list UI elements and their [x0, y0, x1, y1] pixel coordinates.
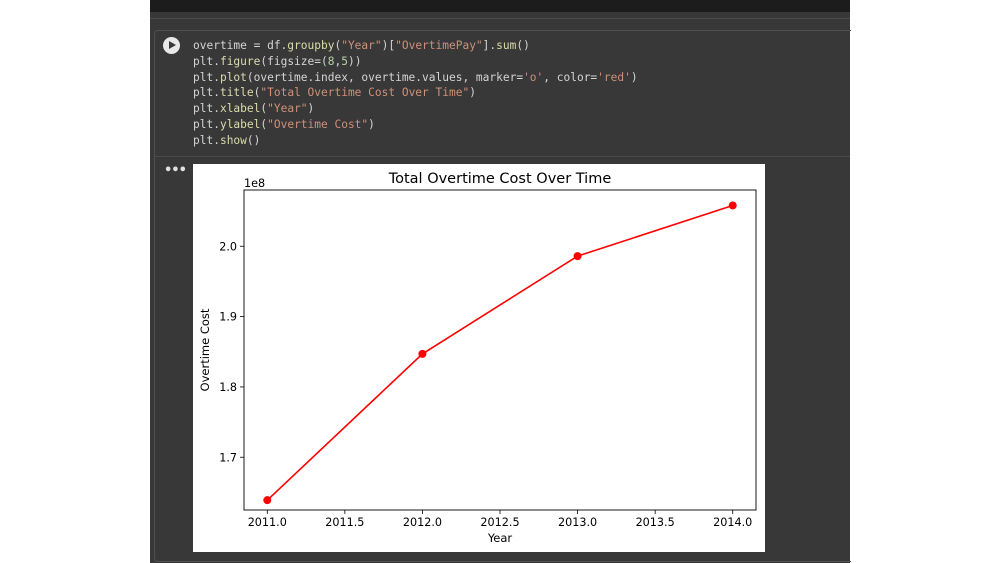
code-token: () — [516, 39, 530, 52]
plot-output: Total Overtime Cost Over Time 1e8 2011.0… — [193, 164, 765, 552]
run-cell-button[interactable] — [163, 37, 180, 54]
code-token: "OvertimePay" — [395, 39, 483, 52]
code-token: plt. — [193, 102, 220, 116]
code-token: )[ — [381, 39, 396, 52]
output-separator — [154, 156, 850, 157]
code-token: 'red' — [597, 70, 631, 84]
x-tick-label: 2013.0 — [558, 516, 597, 529]
y-axis-label: Overtime Cost — [198, 308, 212, 391]
code-token: ) — [368, 117, 375, 131]
code-token: ylabel — [219, 117, 261, 131]
x-tick-label: 2014.0 — [713, 516, 752, 529]
output-menu-icon[interactable]: ••• — [164, 163, 187, 178]
code-token: plt. — [193, 133, 220, 147]
code-line: plt.plot(overtime.index, overtime.values… — [193, 70, 638, 86]
y-offset-label: 1e8 — [244, 177, 265, 190]
code-token: 5 — [341, 54, 348, 68]
code-token: plt. — [193, 117, 220, 131]
code-token: title — [219, 86, 254, 100]
y-tick-label: 2.0 — [219, 240, 237, 253]
data-point — [418, 349, 427, 358]
x-axis-label: Year — [487, 531, 513, 545]
code-line: plt.xlabel("Year") — [193, 101, 638, 117]
code-line: plt.show() — [193, 133, 638, 149]
x-tick-label: 2013.5 — [636, 516, 675, 529]
chart-title: Total Overtime Cost Over Time — [388, 171, 612, 187]
y-tick-label: 1.7 — [219, 451, 237, 464]
code-token: ) — [307, 102, 315, 116]
code-token: "Year" — [267, 102, 308, 116]
data-point — [263, 496, 272, 505]
x-tick-label: 2011.0 — [248, 516, 287, 529]
previous-cell-edge — [150, 0, 850, 12]
data-point — [573, 252, 582, 261]
y-tick-label: 1.9 — [219, 311, 237, 324]
code-token: ) — [469, 86, 476, 100]
code-token: plt. — [193, 54, 220, 68]
cell-separator — [150, 18, 850, 19]
code-token: (figsize=( — [260, 54, 328, 68]
data-point — [728, 201, 737, 210]
x-tick-label: 2012.0 — [403, 516, 442, 529]
code-token: )) — [347, 54, 362, 68]
code-token: figure — [219, 54, 261, 68]
series-line — [266, 204, 733, 501]
plot-area — [243, 189, 757, 511]
code-token: ) — [630, 70, 638, 84]
code-token: (overtime.index, overtime.values, marker… — [246, 70, 524, 84]
code-token: groupby — [287, 39, 335, 52]
code-token: , color= — [543, 70, 598, 84]
code-token: "Overtime Cost" — [267, 117, 369, 131]
code-token: xlabel — [219, 102, 261, 116]
x-tick-label: 2012.5 — [480, 516, 519, 529]
code-token: "Year" — [341, 39, 382, 52]
code-token: overtime = df. — [193, 39, 288, 52]
code-token: plot — [219, 70, 247, 84]
code-token: plt. — [193, 86, 220, 100]
code-token: () — [246, 133, 261, 147]
code-token: "Total Overtime Cost Over Time" — [260, 86, 470, 100]
line-chart: Total Overtime Cost Over Time 1e8 2011.0… — [198, 171, 757, 545]
code-line: plt.title("Total Overtime Cost Over Time… — [193, 85, 638, 101]
code-token: 'o' — [523, 70, 544, 84]
code-line: plt.figure(figsize=(8,5)) — [193, 54, 638, 70]
y-tick-label: 1.8 — [219, 381, 237, 394]
x-tick-label: 2011.5 — [325, 516, 364, 529]
code-line: overtime = df.groupby("Year")["OvertimeP… — [193, 38, 638, 54]
code-token: show — [219, 133, 247, 147]
code-token: plt. — [193, 70, 220, 84]
code-editor[interactable]: overtime = df.groupby("Year")["OvertimeP… — [193, 38, 638, 149]
code-line: plt.ylabel("Overtime Cost") — [193, 117, 638, 133]
code-token: sum — [496, 39, 517, 52]
code-token: ]. — [482, 39, 497, 52]
